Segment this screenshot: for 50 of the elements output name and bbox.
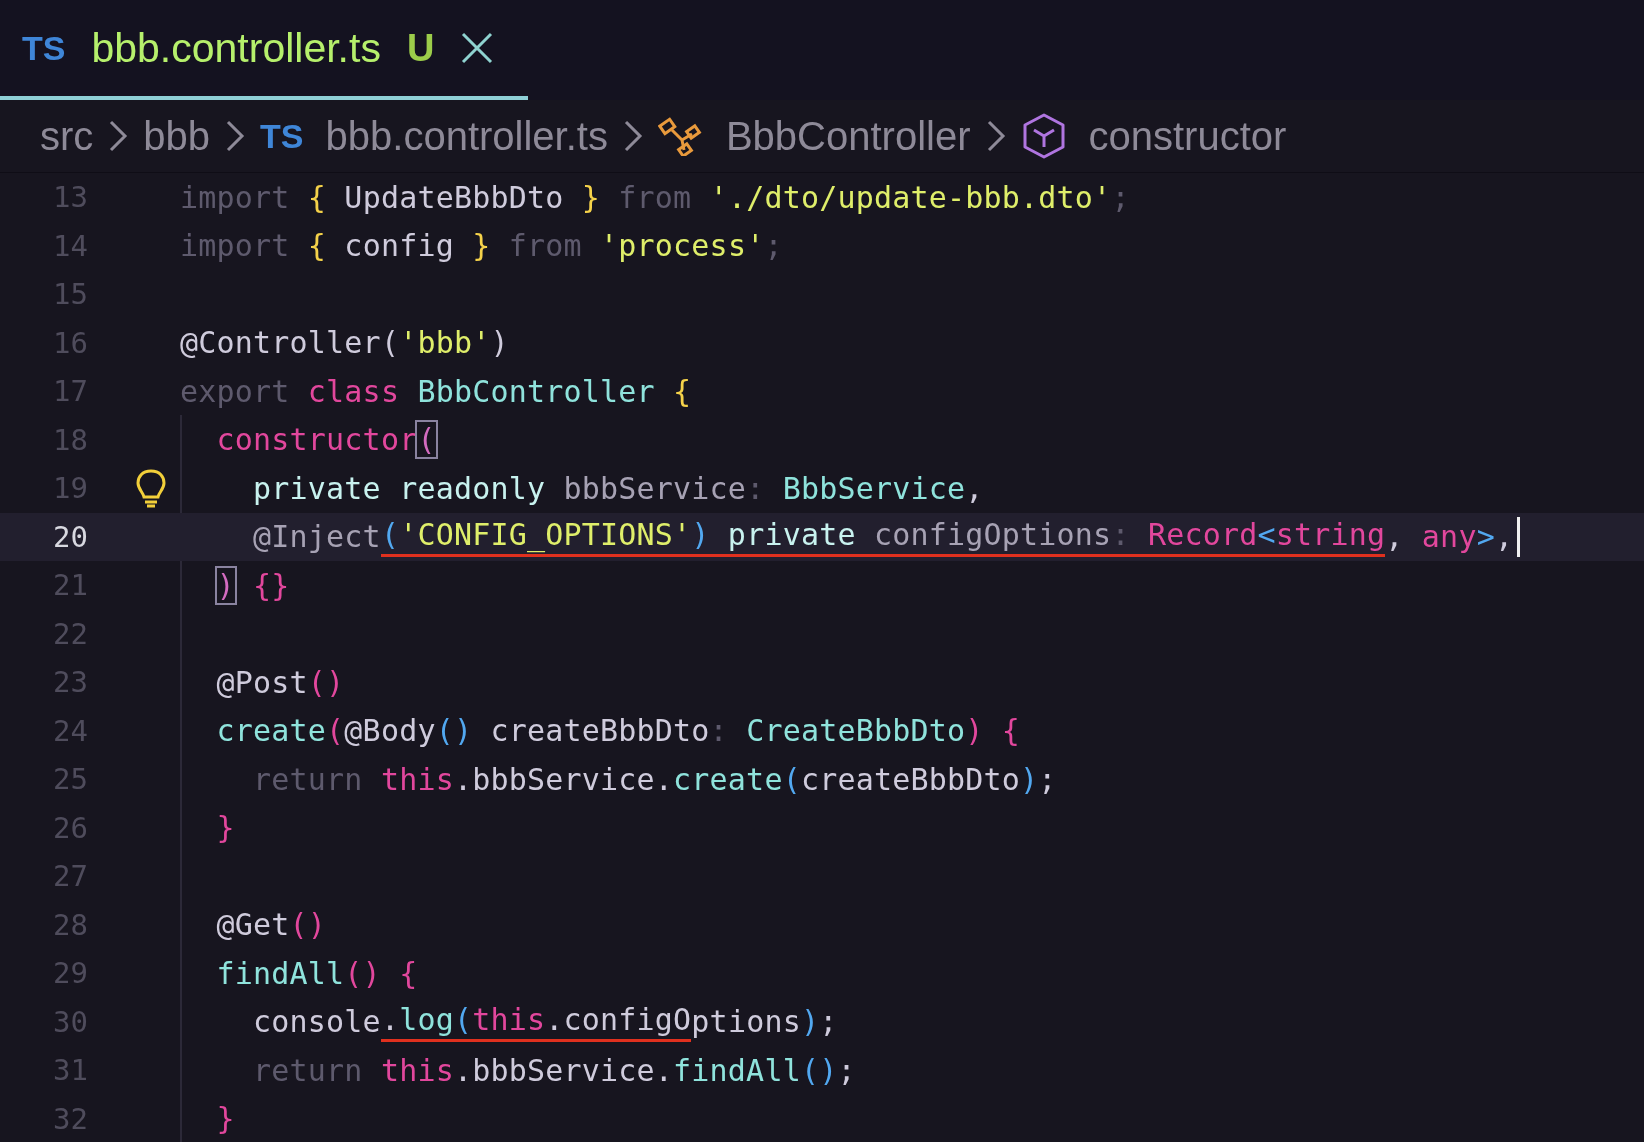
line-number: 29 — [52, 956, 88, 991]
line-number: 28 — [52, 907, 88, 942]
line-number: 16 — [52, 325, 88, 360]
code-line: findAll() { — [215, 954, 418, 993]
line-number: 31 — [52, 1053, 88, 1088]
editor-tab[interactable]: TS bbb.controller.ts U — [0, 0, 529, 100]
code-line: ) {} — [215, 566, 290, 605]
chevron-icon — [224, 119, 247, 153]
code-line: @Controller('bbb') — [180, 324, 509, 363]
line-number: 26 — [52, 810, 88, 845]
code-line: @Get() — [215, 906, 327, 945]
breadcrumb-item[interactable]: src — [40, 113, 94, 159]
code-line: private readonly bbbService: BbbService, — [252, 469, 984, 508]
class-icon — [657, 116, 704, 156]
code-line: constructor( — [215, 421, 436, 460]
lightbulb-icon[interactable] — [134, 468, 168, 509]
breadcrumb-item[interactable]: bbb.controller.ts — [325, 113, 608, 159]
line-number: 27 — [52, 859, 88, 894]
line-number: 22 — [52, 616, 88, 651]
code-line: export class BbbController { — [180, 372, 692, 411]
line-number: 25 — [52, 762, 88, 797]
line-number: 30 — [52, 1004, 88, 1039]
code-line: } — [215, 809, 235, 848]
line-number: 23 — [52, 665, 88, 700]
line-number: 15 — [52, 277, 88, 312]
line-number: 32 — [52, 1101, 88, 1136]
code-line: return this.bbbService.create(createBbbDto); — [252, 760, 1057, 799]
chevron-icon — [107, 119, 130, 153]
typescript-icon: TS — [260, 116, 304, 156]
code-line: console.log(this.configOptions); — [252, 1000, 838, 1044]
breadcrumb-item[interactable]: bbb — [143, 113, 211, 159]
line-number: 19 — [52, 471, 88, 506]
code-line: @Inject('CONFIG_OPTIONS') private configOptions: Record<string, any>, — [252, 515, 1514, 559]
code-line: } — [215, 1100, 235, 1139]
code-line: create(@Body() createBbbDto: CreateBbbDto) { — [215, 712, 1021, 751]
line-number: 21 — [52, 568, 88, 603]
line-number: 13 — [52, 180, 88, 215]
line-number: 17 — [52, 374, 88, 409]
code-line: return this.bbbService.findAll(); — [252, 1051, 856, 1090]
breadcrumb-item[interactable]: BbbController — [725, 113, 971, 159]
text-cursor — [1517, 516, 1521, 557]
close-icon[interactable] — [460, 31, 495, 65]
code-line: import { config } from 'process'; — [180, 227, 783, 266]
breadcrumb-item[interactable]: constructor — [1088, 113, 1287, 159]
line-number: 24 — [52, 713, 88, 748]
line-number: 14 — [52, 228, 88, 263]
code-line: @Post() — [215, 663, 345, 702]
code-line: import { UpdateBbbDto } from './dto/update-bbb.dto'; — [180, 178, 1130, 217]
line-number: 18 — [52, 422, 88, 457]
line-number: 20 — [52, 519, 88, 554]
